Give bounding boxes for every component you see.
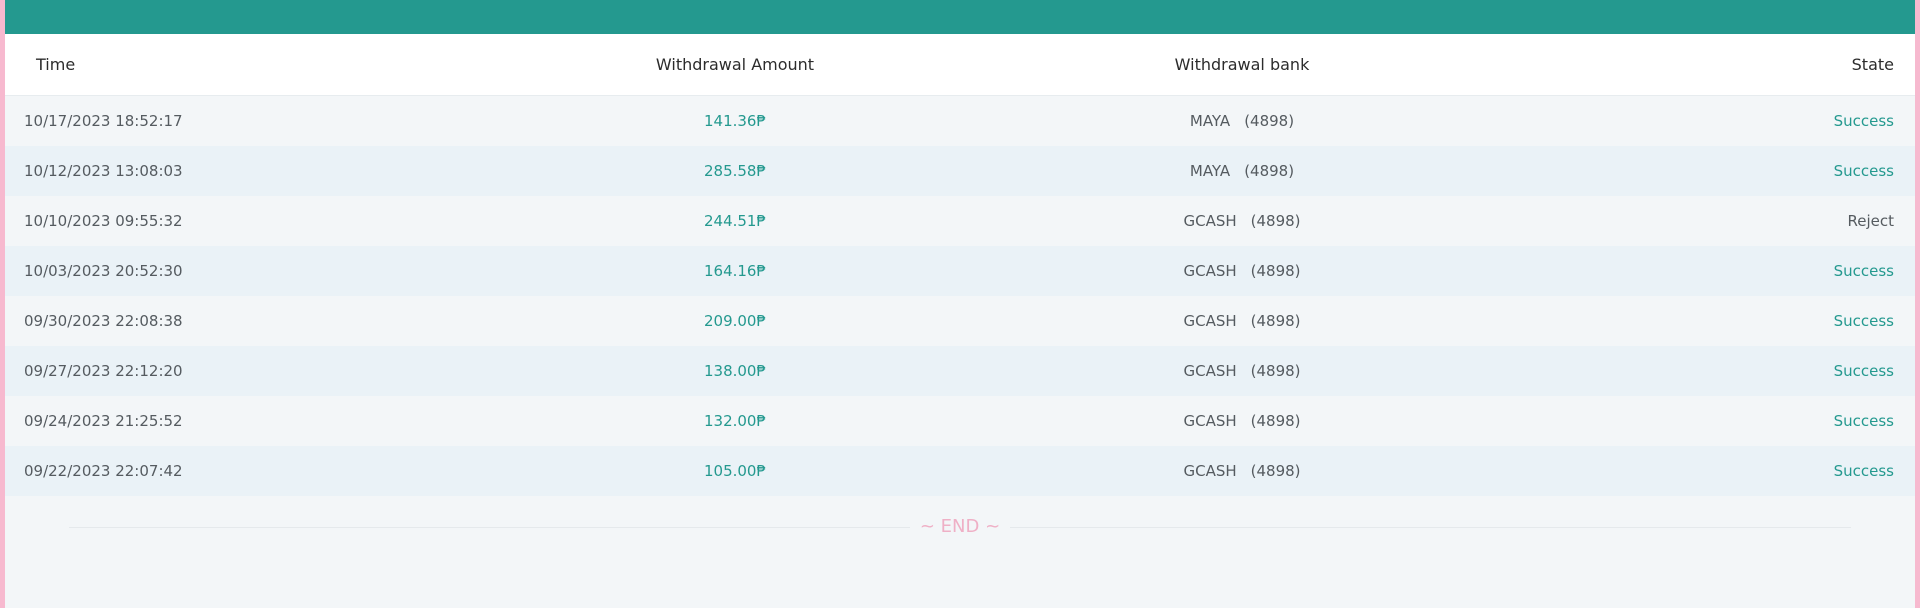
table-row: 09/22/2023 22:07:42 105.00₱ GCASH (4898) … <box>5 446 1915 496</box>
row-time: 10/10/2023 09:55:32 <box>24 212 183 230</box>
table-row: 10/12/2023 13:08:03 285.58₱ MAYA (4898) S… <box>5 146 1915 196</box>
table-row: 10/03/2023 20:52:30 164.16₱ GCASH (4898) … <box>5 246 1915 296</box>
bank-name: MAYA <box>1189 162 1231 180</box>
table-header: Time Withdrawal Amount Withdrawal bank S… <box>5 34 1915 96</box>
bank-account-suffix: (4898) <box>1244 112 1295 130</box>
row-state: Success <box>1833 412 1894 430</box>
row-state: Success <box>1833 112 1894 130</box>
bank-name: MAYA <box>1189 112 1231 130</box>
table-row: 09/30/2023 22:08:38 209.00₱ GCASH (4898) … <box>5 296 1915 346</box>
bank-account-suffix: (4898) <box>1250 412 1301 430</box>
row-amount: 132.00₱ <box>703 412 767 430</box>
row-state: Success <box>1833 162 1894 180</box>
row-time: 09/22/2023 22:07:42 <box>24 462 183 480</box>
row-bank: GCASH (4898) <box>1037 296 1447 346</box>
end-marker-text: ~ END ~ <box>909 516 1011 537</box>
row-bank: GCASH (4898) <box>1037 446 1447 496</box>
withdrawal-history-panel: Time Withdrawal Amount Withdrawal bank S… <box>5 0 1915 608</box>
row-amount: 209.00₱ <box>703 312 767 330</box>
row-state: Success <box>1833 312 1894 330</box>
bank-account-suffix: (4898) <box>1250 262 1301 280</box>
row-state: Success <box>1833 462 1894 480</box>
table-row: 09/27/2023 22:12:20 138.00₱ GCASH (4898) … <box>5 346 1915 396</box>
row-bank: GCASH (4898) <box>1037 196 1447 246</box>
bank-account-suffix: (4898) <box>1250 212 1301 230</box>
end-of-list: ~ END ~ <box>5 496 1915 560</box>
bank-account-suffix: (4898) <box>1250 362 1301 380</box>
bank-account-suffix: (4898) <box>1250 462 1301 480</box>
header-withdrawal-amount: Withdrawal Amount <box>655 55 815 74</box>
table-row: 10/10/2023 09:55:32 244.51₱ GCASH (4898) … <box>5 196 1915 246</box>
bank-name: GCASH <box>1183 262 1237 280</box>
row-time: 09/27/2023 22:12:20 <box>24 362 183 380</box>
row-bank: GCASH (4898) <box>1037 396 1447 446</box>
row-time: 09/30/2023 22:08:38 <box>24 312 183 330</box>
bank-name: GCASH <box>1183 462 1237 480</box>
row-state: Success <box>1833 362 1894 380</box>
row-state: Reject <box>1847 212 1894 230</box>
bank-account-suffix: (4898) <box>1244 162 1295 180</box>
row-bank: MAYA (4898) <box>1037 146 1447 196</box>
bank-name: GCASH <box>1183 412 1237 430</box>
row-amount: 285.58₱ <box>703 162 767 180</box>
row-state: Success <box>1833 262 1894 280</box>
row-bank: GCASH (4898) <box>1037 346 1447 396</box>
bank-name: GCASH <box>1183 212 1237 230</box>
row-amount: 138.00₱ <box>703 362 767 380</box>
table-row: 10/17/2023 18:52:17 141.36₱ MAYA (4898) S… <box>5 96 1915 146</box>
row-bank: MAYA (4898) <box>1037 96 1447 146</box>
bank-account-suffix: (4898) <box>1250 312 1301 330</box>
header-time: Time <box>36 55 76 74</box>
header-state: State <box>1851 55 1894 74</box>
row-amount: 164.16₱ <box>703 262 767 280</box>
bank-name: GCASH <box>1183 362 1237 380</box>
table-body: 10/17/2023 18:52:17 141.36₱ MAYA (4898) S… <box>5 96 1915 496</box>
row-amount: 105.00₱ <box>703 462 767 480</box>
row-time: 09/24/2023 21:25:52 <box>24 412 183 430</box>
row-amount: 244.51₱ <box>703 212 767 230</box>
table-row: 09/24/2023 21:25:52 132.00₱ GCASH (4898) … <box>5 396 1915 446</box>
row-time: 10/12/2023 13:08:03 <box>24 162 183 180</box>
top-header-bar <box>5 0 1915 34</box>
row-bank: GCASH (4898) <box>1037 246 1447 296</box>
row-time: 10/03/2023 20:52:30 <box>24 262 183 280</box>
row-amount: 141.36₱ <box>703 112 767 130</box>
header-withdrawal-bank: Withdrawal bank <box>1174 55 1310 74</box>
row-time: 10/17/2023 18:52:17 <box>24 112 183 130</box>
bank-name: GCASH <box>1183 312 1237 330</box>
